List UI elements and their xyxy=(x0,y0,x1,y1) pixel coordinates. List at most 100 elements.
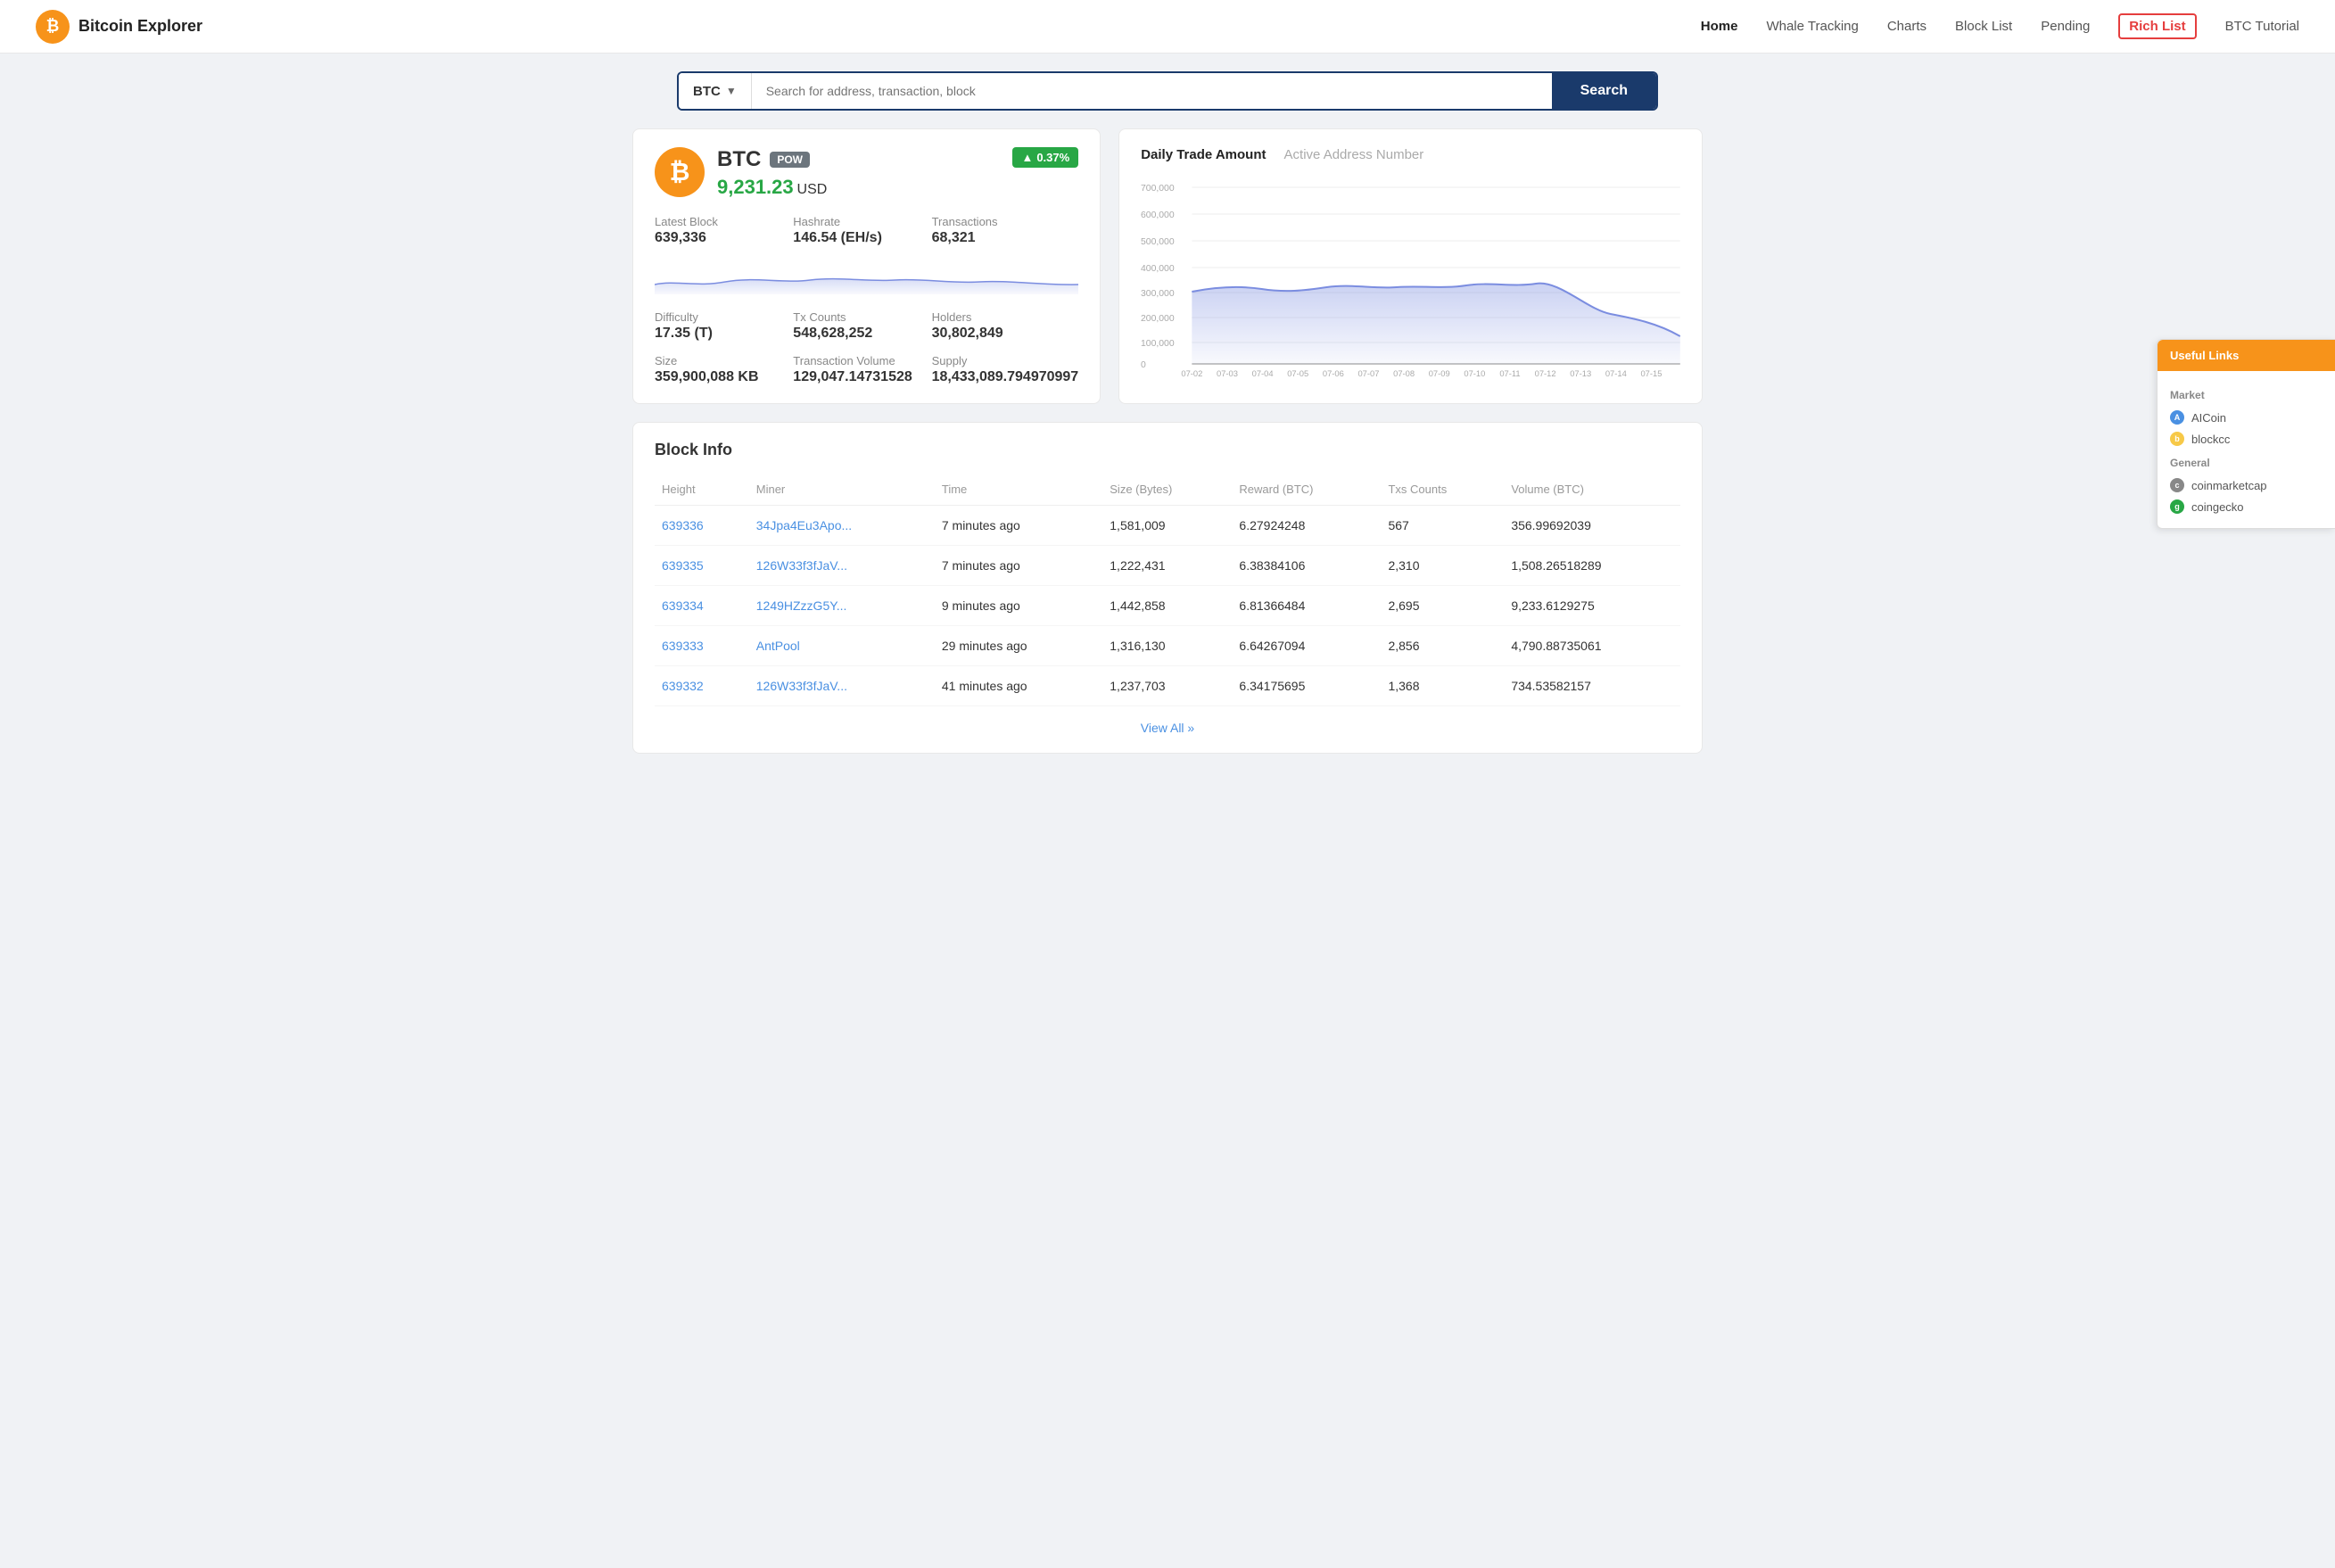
stat-value-latest-block: 639,336 xyxy=(655,230,784,246)
nav-block-list[interactable]: Block List xyxy=(1955,19,2012,34)
block-txs: 2,856 xyxy=(1381,626,1504,666)
block-height-link[interactable]: 639333 xyxy=(662,639,704,653)
svg-text:07-11: 07-11 xyxy=(1500,369,1521,376)
tab-active-address[interactable]: Active Address Number xyxy=(1284,147,1424,166)
nav-charts[interactable]: Charts xyxy=(1887,19,1927,34)
site-title: Bitcoin Explorer xyxy=(78,17,202,36)
ul-aicoin[interactable]: A AICoin xyxy=(2170,407,2323,428)
col-size: Size (Bytes) xyxy=(1102,474,1232,506)
block-reward: 6.27924248 xyxy=(1232,506,1381,546)
block-volume: 356.99692039 xyxy=(1504,506,1680,546)
price-change-badge: ▲ 0.37% xyxy=(1012,147,1078,168)
nav-home[interactable]: Home xyxy=(1701,19,1738,34)
svg-text:07-09: 07-09 xyxy=(1429,369,1450,376)
stat-latest-block: Latest Block 639,336 xyxy=(655,215,784,246)
view-all-area: View All » xyxy=(655,721,1680,735)
stat-label-tx-volume: Transaction Volume xyxy=(793,354,922,367)
stat-value-holders: 30,802,849 xyxy=(932,326,1079,342)
col-miner: Miner xyxy=(749,474,935,506)
block-miner-link[interactable]: 126W33f3fJaV... xyxy=(756,558,847,573)
main-nav: Home Whale Tracking Charts Block List Pe… xyxy=(1701,13,2299,39)
search-button[interactable]: Search xyxy=(1552,73,1656,109)
stat-difficulty: Difficulty 17.35 (T) xyxy=(655,310,784,342)
blockcc-icon: b xyxy=(2170,432,2184,446)
chart-tabs: Daily Trade Amount Active Address Number xyxy=(1141,147,1680,166)
stat-value-tx-counts: 548,628,252 xyxy=(793,326,922,342)
block-time: 7 minutes ago xyxy=(935,506,1102,546)
btc-info-card: ₿ BTC POW 9,231.23 USD ▲ 0.37% xyxy=(632,128,1101,404)
block-miner-link[interactable]: 126W33f3fJaV... xyxy=(756,679,847,693)
block-miner-link[interactable]: 1249HZzzG5Y... xyxy=(756,598,847,613)
stat-label-supply: Supply xyxy=(932,354,1079,367)
block-size: 1,442,858 xyxy=(1102,586,1232,626)
block-reward: 6.34175695 xyxy=(1232,666,1381,706)
ul-coingecko[interactable]: g coingecko xyxy=(2170,496,2323,517)
block-table: Height Miner Time Size (Bytes) Reward (B… xyxy=(655,474,1680,706)
nav-pending[interactable]: Pending xyxy=(2041,19,2090,34)
chevron-down-icon: ▼ xyxy=(726,85,737,97)
block-info-title: Block Info xyxy=(655,441,1680,459)
block-info-card: Block Info Height Miner Time Size (Bytes… xyxy=(632,422,1703,754)
table-row: 639334 1249HZzzG5Y... 9 minutes ago 1,44… xyxy=(655,586,1680,626)
block-height-link[interactable]: 639334 xyxy=(662,598,704,613)
stat-label-transactions: Transactions xyxy=(932,215,1079,228)
main-content: ₿ BTC POW 9,231.23 USD ▲ 0.37% xyxy=(606,128,1729,780)
chart-card: Daily Trade Amount Active Address Number… xyxy=(1118,128,1703,404)
top-panel: ₿ BTC POW 9,231.23 USD ▲ 0.37% xyxy=(632,128,1703,404)
block-height-link[interactable]: 639335 xyxy=(662,558,704,573)
col-height: Height xyxy=(655,474,749,506)
block-miner-link[interactable]: 34Jpa4Eu3Apo... xyxy=(756,518,852,532)
stat-holders: Holders 30,802,849 xyxy=(932,310,1079,342)
stat-label-difficulty: Difficulty xyxy=(655,310,784,324)
stat-value-hashrate: 146.54 (EH/s) xyxy=(793,230,922,246)
block-txs: 2,310 xyxy=(1381,546,1504,586)
chart-area: 700,000 600,000 500,000 400,000 300,000 … xyxy=(1141,180,1680,376)
search-bar: BTC ▼ Search xyxy=(677,71,1658,111)
logo-icon: ₿ xyxy=(36,10,70,44)
svg-text:07-04: 07-04 xyxy=(1252,369,1274,376)
block-height-link[interactable]: 639332 xyxy=(662,679,704,693)
tab-daily-trade[interactable]: Daily Trade Amount xyxy=(1141,147,1266,166)
svg-text:07-12: 07-12 xyxy=(1535,369,1556,376)
nav-whale-tracking[interactable]: Whale Tracking xyxy=(1766,19,1858,34)
general-section-title: General xyxy=(2170,457,2323,469)
nav-rich-list[interactable]: Rich List xyxy=(2118,13,2196,39)
col-reward: Reward (BTC) xyxy=(1232,474,1381,506)
nav-btc-tutorial[interactable]: BTC Tutorial xyxy=(2225,19,2299,34)
svg-text:07-14: 07-14 xyxy=(1605,369,1627,376)
search-input[interactable] xyxy=(752,73,1552,109)
useful-links-tab[interactable]: Useful Links xyxy=(2158,340,2335,371)
stat-tx-counts: Tx Counts 548,628,252 xyxy=(793,310,922,342)
ul-coinmarketcap[interactable]: c coinmarketcap xyxy=(2170,475,2323,496)
blockcc-label: blockcc xyxy=(2191,433,2230,446)
aicoin-label: AICoin xyxy=(2191,411,2226,425)
btc-stats: Latest Block 639,336 Hashrate 146.54 (EH… xyxy=(655,215,1078,385)
stat-label-holders: Holders xyxy=(932,310,1079,324)
currency-selector[interactable]: BTC ▼ xyxy=(679,73,752,109)
price-change-value: 0.37% xyxy=(1036,151,1069,164)
block-size: 1,222,431 xyxy=(1102,546,1232,586)
ul-blockcc[interactable]: b blockcc xyxy=(2170,428,2323,450)
coingecko-icon: g xyxy=(2170,499,2184,514)
block-height-link[interactable]: 639336 xyxy=(662,518,704,532)
header: ₿ Bitcoin Explorer Home Whale Tracking C… xyxy=(0,0,2335,54)
col-volume: Volume (BTC) xyxy=(1504,474,1680,506)
block-size: 1,237,703 xyxy=(1102,666,1232,706)
block-volume: 734.53582157 xyxy=(1504,666,1680,706)
stat-label-latest-block: Latest Block xyxy=(655,215,784,228)
block-reward: 6.64267094 xyxy=(1232,626,1381,666)
useful-links-content: Market A AICoin b blockcc General c coin… xyxy=(2158,371,2335,528)
block-txs: 567 xyxy=(1381,506,1504,546)
useful-links-panel: Useful Links Market A AICoin b blockcc G… xyxy=(2157,339,2335,529)
stat-label-tx-counts: Tx Counts xyxy=(793,310,922,324)
pow-badge: POW xyxy=(770,152,810,168)
svg-text:600,000: 600,000 xyxy=(1141,210,1175,220)
stat-transactions: Transactions 68,321 xyxy=(932,215,1079,246)
svg-text:07-06: 07-06 xyxy=(1323,369,1344,376)
block-miner-link[interactable]: AntPool xyxy=(756,639,800,653)
svg-text:400,000: 400,000 xyxy=(1141,264,1175,274)
stat-supply: Supply 18,433,089.794970997 xyxy=(932,354,1079,385)
table-row: 639332 126W33f3fJaV... 41 minutes ago 1,… xyxy=(655,666,1680,706)
block-reward: 6.38384106 xyxy=(1232,546,1381,586)
view-all-button[interactable]: View All » xyxy=(1141,721,1194,735)
